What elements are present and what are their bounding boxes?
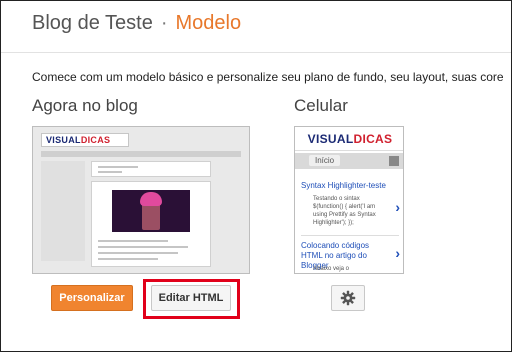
desktop-preview-image — [112, 190, 190, 232]
mobile-settings-button[interactable] — [331, 285, 365, 311]
mobile-preview-logo: VISUALDICAS — [295, 127, 403, 151]
chevron-right-icon: › — [395, 245, 400, 261]
edit-html-button[interactable]: Editar HTML — [151, 285, 231, 311]
mobile-preview-home: Início — [309, 155, 341, 166]
desktop-preview-post — [91, 181, 211, 267]
mobile-preview-post-snippet: Abaixo veja o — [313, 266, 350, 272]
mobile-preview-post-snippet: Testando o sintax $(function() { alert('… — [313, 196, 376, 226]
desktop-preview-post — [91, 161, 211, 177]
mobile-template-title: Celular — [294, 96, 348, 115]
desktop-preview-logo: VISUALDICAS — [41, 133, 129, 147]
mobile-preview-nav: Início — [295, 153, 403, 169]
blog-name[interactable]: Blog de Teste — [32, 12, 153, 34]
page-header: Blog de Teste · Modelo — [32, 12, 241, 35]
page-title: Modelo — [175, 12, 242, 34]
desktop-preview-sidebar — [41, 161, 85, 261]
chevron-right-icon: › — [395, 199, 400, 215]
mobile-preview[interactable]: VISUALDICAS Início Syntax Highlighter-te… — [294, 126, 404, 274]
intro-text: Comece com um modelo básico e personaliz… — [32, 70, 504, 84]
customize-button[interactable]: Personalizar — [51, 285, 133, 311]
desktop-preview[interactable]: VISUALDICAS — [32, 126, 250, 274]
header-separator: · — [160, 12, 168, 34]
mobile-preview-divider — [301, 235, 399, 236]
gear-icon — [340, 290, 356, 306]
mobile-preview-menu-icon — [389, 156, 399, 166]
header-divider — [1, 52, 511, 53]
current-template-title: Agora no blog — [32, 96, 138, 115]
desktop-preview-nav — [41, 151, 241, 157]
mobile-preview-post-title: Syntax Highlighter-teste — [301, 181, 386, 190]
